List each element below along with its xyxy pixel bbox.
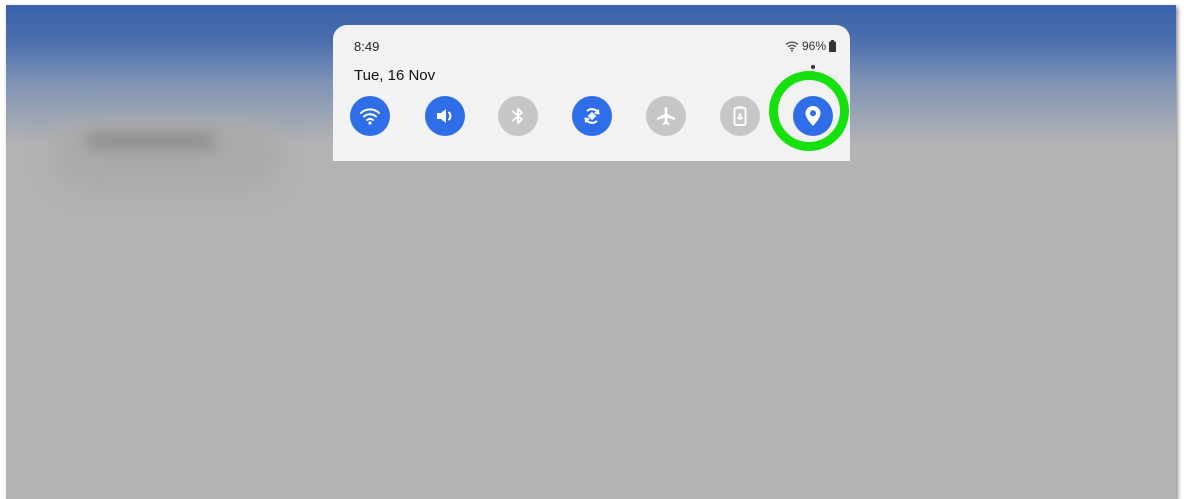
bluetooth-toggle[interactable] bbox=[498, 96, 538, 136]
sound-toggle[interactable] bbox=[425, 96, 465, 136]
date-label: Tue, 16 Nov bbox=[354, 67, 436, 84]
battery-icon bbox=[829, 40, 836, 52]
auto-rotate-toggle[interactable] bbox=[572, 96, 612, 136]
blurred-background-element bbox=[51, 120, 281, 190]
wifi-toggle[interactable] bbox=[350, 96, 390, 136]
location-pin-icon bbox=[804, 105, 822, 127]
power-saving-toggle[interactable] bbox=[720, 96, 760, 136]
wifi-icon bbox=[359, 106, 381, 126]
airplane-icon bbox=[655, 105, 677, 127]
battery-percentage: 96% bbox=[801, 39, 826, 53]
speaker-icon bbox=[434, 106, 456, 126]
blurred-background-text bbox=[86, 133, 216, 149]
airplane-mode-toggle[interactable] bbox=[646, 96, 686, 136]
status-time: 8:49 bbox=[354, 39, 380, 54]
rotate-icon bbox=[581, 105, 603, 127]
bluetooth-icon bbox=[510, 106, 526, 126]
status-indicators: 96% bbox=[785, 39, 836, 53]
location-toggle[interactable] bbox=[793, 96, 833, 136]
quick-settings-panel: 8:49 96% Tue, 16 Nov bbox=[333, 25, 850, 161]
more-options-icon[interactable] bbox=[811, 65, 815, 79]
battery-saver-icon bbox=[733, 105, 747, 127]
wifi-signal-icon bbox=[785, 40, 799, 52]
